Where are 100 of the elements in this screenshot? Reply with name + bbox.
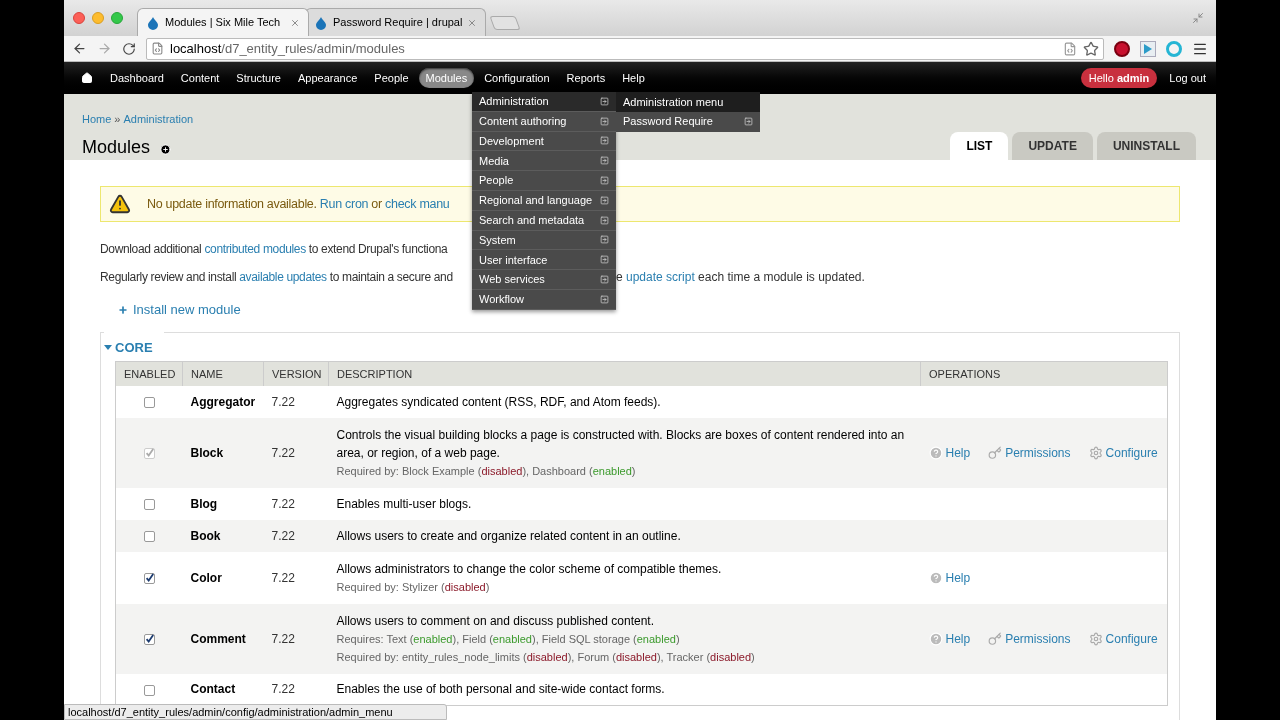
help-text: e update script each time a module is updated. <box>616 269 865 286</box>
arrow-square-icon <box>600 255 609 265</box>
module-name: Color <box>190 570 222 585</box>
gear-icon <box>1088 445 1103 460</box>
toolbar-item[interactable]: Dashboard <box>103 67 171 89</box>
help-icon <box>928 445 943 460</box>
menu-item[interactable]: System <box>472 230 616 251</box>
user-greeting[interactable]: Hello admin <box>1080 67 1158 89</box>
menu-item[interactable]: Search and metadata <box>472 210 616 231</box>
module-description: Allows users to comment on and discuss published content. <box>336 612 655 630</box>
toolbar-item[interactable]: Configuration <box>477 67 557 89</box>
help-text: Download additional contributed modules to extend Drupal's functiona <box>100 242 448 256</box>
column-header: OPERATIONS <box>920 361 1168 386</box>
module-name: Book <box>190 528 221 543</box>
arrow-square-icon <box>600 294 609 304</box>
menu-item[interactable]: Development <box>472 131 616 152</box>
help-icon <box>928 570 943 585</box>
star-icon[interactable] <box>1083 40 1099 57</box>
enable-checkbox[interactable] <box>143 396 155 408</box>
operation-link[interactable]: Help <box>945 629 971 648</box>
expand-triangle-icon[interactable] <box>104 343 112 352</box>
arrow-square-icon <box>600 176 609 186</box>
toolbar-item[interactable]: People <box>367 67 416 89</box>
operation-link[interactable]: Permissions <box>1005 629 1071 648</box>
menu-item[interactable]: Media <box>472 151 616 172</box>
dependency-note: Required by: entity_rules_node_limits (disabled), Forum (disabled), Tracker (disabled) <box>336 649 756 665</box>
fieldset-legend[interactable]: CORE <box>115 337 153 357</box>
add-shortcut-icon[interactable] <box>160 143 172 155</box>
menu-item[interactable]: Administration <box>472 92 616 112</box>
install-link[interactable]: Install new module <box>133 300 241 320</box>
stop-sign-icon[interactable] <box>1114 40 1130 57</box>
home-icon[interactable] <box>81 72 93 84</box>
toolbar-item[interactable]: Structure <box>229 67 288 89</box>
toolbar-item[interactable]: Reports <box>559 67 613 89</box>
logout-link[interactable]: Log out <box>1169 69 1206 87</box>
dependency-note: Required by: Block Example (disabled), Dashboard (enabled) <box>336 463 637 479</box>
module-description: Allows administrators to change the color scheme of compatible themes. <box>336 560 723 578</box>
toolbar-item[interactable]: Help <box>615 67 652 89</box>
minimize-window-icon[interactable] <box>92 12 104 24</box>
page-tab[interactable]: UPDATE <box>1012 132 1093 160</box>
play-icon[interactable] <box>1140 40 1156 57</box>
operation-link[interactable]: Help <box>945 568 971 587</box>
page-tab[interactable]: UNINSTALL <box>1096 132 1196 160</box>
fullscreen-icon[interactable] <box>1192 12 1204 24</box>
menu-item[interactable]: People <box>472 171 616 191</box>
enable-checkbox[interactable] <box>143 633 155 645</box>
menu-item[interactable]: Administration menu <box>616 92 760 112</box>
dependency-note: Required by: Stylizer (disabled) <box>336 579 491 595</box>
document-icon[interactable] <box>1063 41 1077 56</box>
module-version: 7.22 <box>271 682 295 697</box>
arrow-square-icon <box>600 116 609 126</box>
close-tab-icon[interactable] <box>467 17 478 28</box>
module-version: 7.22 <box>271 570 295 585</box>
module-version: 7.22 <box>271 394 295 409</box>
enable-checkbox[interactable] <box>143 572 155 584</box>
arrow-square-icon <box>600 275 609 285</box>
operation-link[interactable]: Configure <box>1105 629 1158 648</box>
link[interactable]: update script <box>626 270 695 284</box>
link[interactable]: contributed modules <box>204 242 306 256</box>
breadcrumb-link[interactable]: Home <box>82 111 112 128</box>
drop-logo-icon <box>146 15 160 30</box>
module-description: Aggregates syndicated content (RSS, RDF, and Atom feeds). <box>336 393 662 411</box>
drop-logo-icon <box>314 15 328 30</box>
close-tab-icon[interactable] <box>290 17 300 28</box>
new-tab-button[interactable] <box>489 16 521 30</box>
dependency-note: Requires: Text (enabled), Field (enabled), Field SQL storage (enabled) <box>336 631 681 647</box>
key-icon <box>988 445 1003 460</box>
toolbar-item[interactable]: Modules <box>418 67 475 89</box>
link[interactable]: check manu <box>385 196 450 211</box>
menu-item[interactable]: User interface <box>472 250 616 271</box>
zoom-window-icon[interactable] <box>111 12 123 24</box>
menu-item[interactable]: Regional and language <box>472 191 616 211</box>
forward-icon[interactable] <box>97 41 112 56</box>
toolbar-item[interactable]: Content <box>173 67 227 89</box>
module-name: Block <box>190 445 224 460</box>
breadcrumb-link[interactable]: Administration <box>123 111 194 128</box>
reload-icon[interactable] <box>122 41 136 56</box>
page-title: Modules <box>82 135 151 159</box>
link[interactable]: available updates <box>239 270 327 284</box>
module-version: 7.22 <box>271 631 295 646</box>
page-tab[interactable]: LIST <box>950 132 1009 160</box>
status-bar: localhost/d7_entity_rules/admin/config/administration/admin_menu <box>64 704 447 720</box>
menu-item[interactable]: Content authoring <box>472 111 616 132</box>
arrow-square-icon <box>600 96 609 106</box>
close-window-icon[interactable] <box>73 12 85 24</box>
address-bar[interactable]: localhost/d7_entity_rules/admin/modules <box>146 37 1104 60</box>
page-icon <box>151 42 164 55</box>
menu-item[interactable]: Workflow <box>472 289 616 310</box>
menu-item[interactable]: Password Require <box>616 111 760 132</box>
enable-checkbox[interactable] <box>143 530 155 542</box>
back-icon[interactable] <box>72 41 87 56</box>
url-text: localhost/d7_entity_rules/admin/modules <box>170 39 406 58</box>
browser-tab[interactable]: Modules | Six Mile Tech <box>137 8 309 36</box>
column-header: DESCRIPTION <box>328 361 921 386</box>
enable-checkbox[interactable] <box>143 498 155 510</box>
menu-item[interactable]: Web services <box>472 270 616 290</box>
toolbar-item[interactable]: Appearance <box>291 67 365 89</box>
enable-checkbox[interactable] <box>143 684 155 696</box>
module-description: Enables multi-user blogs. <box>336 495 473 513</box>
link[interactable]: Run cron <box>319 196 369 211</box>
